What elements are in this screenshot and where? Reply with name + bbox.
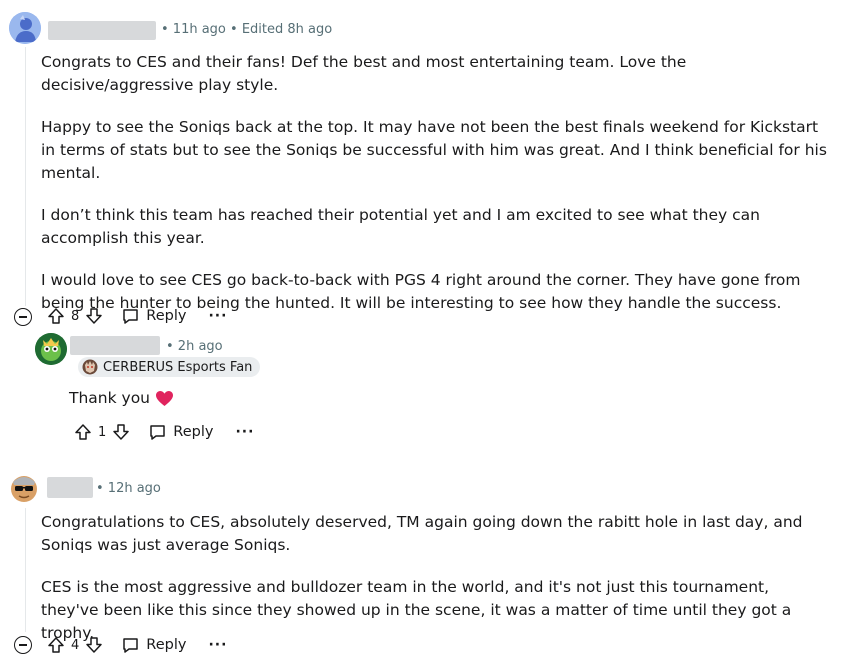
reply-label: Reply xyxy=(146,637,187,653)
upvote-icon[interactable] xyxy=(45,634,67,656)
more-options-button[interactable]: ··· xyxy=(235,424,254,440)
comment-body: Thank you xyxy=(69,387,174,410)
comment-bubble-icon xyxy=(150,424,166,440)
reply-button[interactable]: Reply xyxy=(121,307,186,326)
user-flair: CERBERUS Esports Fan xyxy=(78,357,261,377)
username-redacted[interactable] xyxy=(47,477,93,498)
vote-count: 4 xyxy=(71,637,80,653)
downvote-icon[interactable] xyxy=(83,305,105,327)
comment-bubble-icon xyxy=(123,308,139,324)
user-avatar[interactable] xyxy=(9,12,41,44)
comment-paragraph: I don’t think this team has reached thei… xyxy=(41,206,760,247)
thread-line-comment2[interactable] xyxy=(25,508,26,632)
avatar-default-icon xyxy=(9,12,41,44)
comment-body: Congrats to CES and their fans! Def the … xyxy=(41,51,829,334)
user-avatar[interactable] xyxy=(35,333,67,365)
comment-paragraph: Congrats to CES and their fans! Def the … xyxy=(41,53,687,94)
comment-meta: • 2h ago xyxy=(166,339,223,354)
comment-bubble-icon xyxy=(123,637,139,653)
upvote-icon[interactable] xyxy=(45,305,67,327)
username-redacted[interactable] xyxy=(70,336,160,355)
vote-count: 1 xyxy=(98,424,107,440)
user-avatar[interactable] xyxy=(7,470,41,504)
vote-count: 8 xyxy=(71,308,80,324)
avatar-sunglasses-character-icon xyxy=(11,476,37,502)
collapse-thread-button[interactable] xyxy=(14,308,32,326)
upvote-icon[interactable] xyxy=(72,421,94,443)
reply-button[interactable]: Reply xyxy=(148,423,213,442)
comment-paragraph: Thank you xyxy=(69,389,150,407)
more-options-button[interactable]: ··· xyxy=(208,637,227,653)
reply-label: Reply xyxy=(173,424,214,440)
reply-button[interactable]: Reply xyxy=(121,636,186,655)
thread-line-comment1[interactable] xyxy=(25,47,26,306)
comment-actions: 1 Reply ··· xyxy=(72,418,254,446)
comment-paragraph: Congratulations to CES, absolutely deser… xyxy=(41,513,803,554)
reply-label: Reply xyxy=(146,308,187,324)
cerberus-logo-icon xyxy=(82,359,98,375)
more-options-button[interactable]: ··· xyxy=(208,308,227,324)
comment-actions: 4 Reply ··· xyxy=(45,631,227,659)
avatar-green-character-icon xyxy=(35,333,67,365)
collapse-thread-button[interactable] xyxy=(14,636,32,654)
username-redacted[interactable] xyxy=(48,21,156,40)
downvote-icon[interactable] xyxy=(110,421,132,443)
comment-actions: 8 Reply ··· xyxy=(45,302,227,330)
comment-paragraph: Happy to see the Soniqs back at the top.… xyxy=(41,118,827,182)
comment-meta: • 12h ago xyxy=(96,481,161,496)
downvote-icon[interactable] xyxy=(83,634,105,656)
flair-text: CERBERUS Esports Fan xyxy=(103,359,253,375)
red-heart-icon xyxy=(156,390,173,407)
comment-meta: • 11h ago • Edited 8h ago xyxy=(161,22,333,37)
